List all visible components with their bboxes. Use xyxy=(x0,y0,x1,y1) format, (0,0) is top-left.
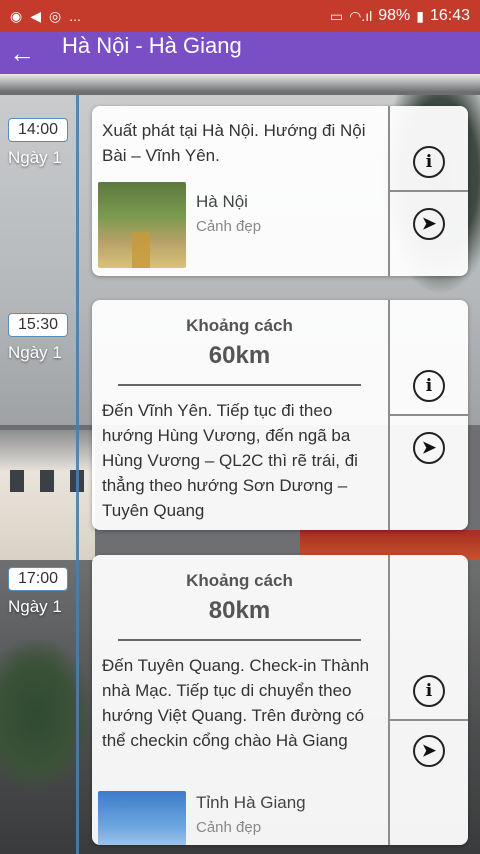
navigate-icon[interactable]: ➤ xyxy=(413,208,445,240)
more-dots-icon: ... xyxy=(69,8,81,24)
sync-icon: ◎ xyxy=(49,7,62,24)
place-category: Cảnh đẹp xyxy=(196,218,262,235)
navigate-icon[interactable]: ➤ xyxy=(413,735,445,767)
info-icon[interactable]: i xyxy=(413,675,445,707)
timeline-card[interactable]: Khoảng cách 80km Đến Tuyên Quang. Check-… xyxy=(92,555,468,845)
navigate-icon[interactable]: ➤ xyxy=(413,432,445,464)
place-thumbnail xyxy=(98,182,186,268)
card-description: Đến Tuyên Quang. Check-in Thành nhà Mạc.… xyxy=(102,655,370,750)
place-name: Tỉnh Hà Giang xyxy=(196,793,306,812)
time-badge: 15:30 xyxy=(8,313,68,337)
place-thumbnail xyxy=(98,791,186,845)
day-label: Ngày 1 xyxy=(8,597,62,616)
card-description: Đến Vĩnh Yên. Tiếp tục đi theo hướng Hùn… xyxy=(102,400,358,520)
timeline-card[interactable]: Xuất phát tại Hà Nội. Hướng đi Nội Bài –… xyxy=(92,106,468,276)
distance-value: 60km xyxy=(208,342,271,369)
time-badge: 17:00 xyxy=(8,567,68,591)
app-bar: ← Hà Nội - Hà Giang xyxy=(0,32,480,74)
day-label: Ngày 1 xyxy=(8,148,62,167)
app-bar-shadow xyxy=(0,74,480,92)
place-name: Hà Nội xyxy=(196,192,248,211)
divider xyxy=(118,639,361,641)
time-badge: 14:00 xyxy=(8,118,68,142)
battery-percent: 98% xyxy=(378,7,411,24)
distance-label: Khoảng cách xyxy=(186,316,293,335)
timeline-line xyxy=(76,95,79,854)
place-item[interactable]: Tỉnh Hà Giang Cảnh đẹp xyxy=(98,791,306,845)
send-icon: ◀ xyxy=(30,7,41,24)
info-icon[interactable]: i xyxy=(413,370,445,402)
distance-value: 80km xyxy=(208,597,271,624)
status-bar: ◉ ◀ ◎ ... ▭ ◠.ıl 98% ▮ 16:43 xyxy=(0,0,480,32)
distance-label: Khoảng cách xyxy=(186,571,293,590)
info-icon[interactable]: i xyxy=(413,146,445,178)
cast-icon: ▭ xyxy=(329,7,344,24)
place-item[interactable]: Hà Nội Cảnh đẹp xyxy=(98,182,261,268)
clock: 16:43 xyxy=(429,7,470,24)
day-label: Ngày 1 xyxy=(8,343,62,362)
wifi-signal-icon: ◠.ıl xyxy=(349,7,373,24)
page-title: Hà Nội - Hà Giang xyxy=(62,33,242,58)
arrow-left-icon[interactable]: ← xyxy=(0,32,44,74)
place-category: Cảnh đẹp xyxy=(196,819,262,836)
card-description: Xuất phát tại Hà Nội. Hướng đi Nội Bài –… xyxy=(102,121,366,165)
divider xyxy=(118,384,361,386)
notification-dot-icon: ◉ xyxy=(10,7,23,24)
battery-icon: ▮ xyxy=(416,7,424,24)
timeline-card[interactable]: Khoảng cách 60km Đến Vĩnh Yên. Tiếp tục … xyxy=(92,300,468,530)
